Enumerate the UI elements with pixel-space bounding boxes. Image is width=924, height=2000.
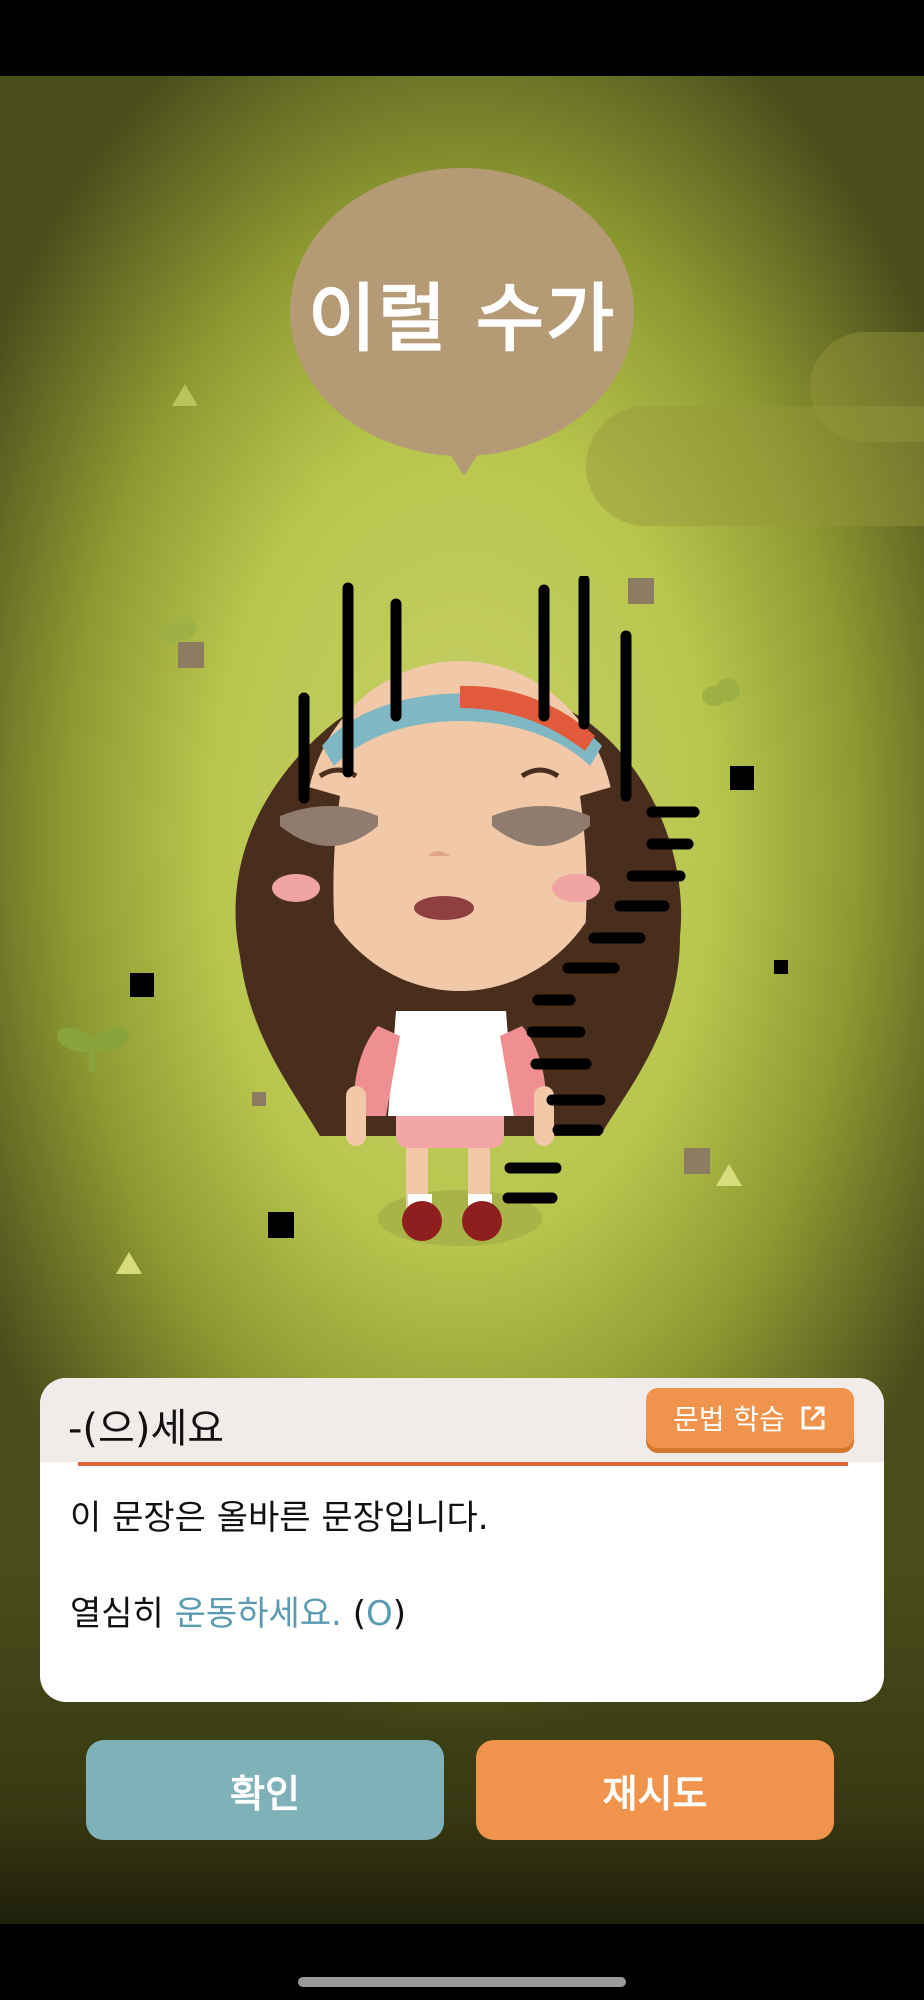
- sentence-highlight: 운동하세요.: [174, 1594, 342, 1634]
- feedback-card-header: -(으)세요 문법 학습: [40, 1378, 884, 1462]
- retry-button[interactable]: 재시도: [476, 1740, 834, 1840]
- bush-decoration-icon: [158, 616, 196, 644]
- external-link-icon: [801, 1406, 825, 1430]
- sentence-prefix: 열심히: [70, 1594, 164, 1634]
- confirm-button[interactable]: 확인: [86, 1740, 444, 1840]
- debris-square: [130, 973, 154, 997]
- header-divider: [78, 1462, 848, 1466]
- grammar-study-label: 문법 학습: [673, 1403, 785, 1436]
- triangle-decoration-icon: [172, 384, 198, 406]
- correct-mark: O: [365, 1594, 393, 1634]
- status-bar: [0, 0, 924, 76]
- grammar-point-title: -(으)세요: [68, 1406, 225, 1452]
- mark-close: ): [392, 1594, 406, 1634]
- bottom-bar: [0, 1924, 924, 2000]
- example-sentence: 열심히 운동하세요. (O): [70, 1586, 406, 1635]
- speech-bubble: 이럴 수가: [290, 168, 634, 456]
- gloom-lines-effect: [298, 576, 700, 1204]
- mark-open: (: [352, 1594, 366, 1634]
- grammar-study-button[interactable]: 문법 학습: [646, 1388, 854, 1448]
- home-indicator[interactable]: [298, 1977, 626, 1987]
- result-message: 이 문장은 올바른 문장입니다.: [70, 1498, 489, 1538]
- speech-bubble-tail: [446, 448, 482, 476]
- debris-square: [774, 960, 788, 974]
- triangle-decoration-icon: [116, 1252, 142, 1274]
- sprout-icon: [56, 1027, 130, 1072]
- feedback-card: -(으)세요 문법 학습 이 문장은 올바른 문장입니다. 열심히 운동하세요.…: [40, 1378, 884, 1702]
- background-hill: [810, 332, 924, 442]
- debris-square: [178, 642, 204, 668]
